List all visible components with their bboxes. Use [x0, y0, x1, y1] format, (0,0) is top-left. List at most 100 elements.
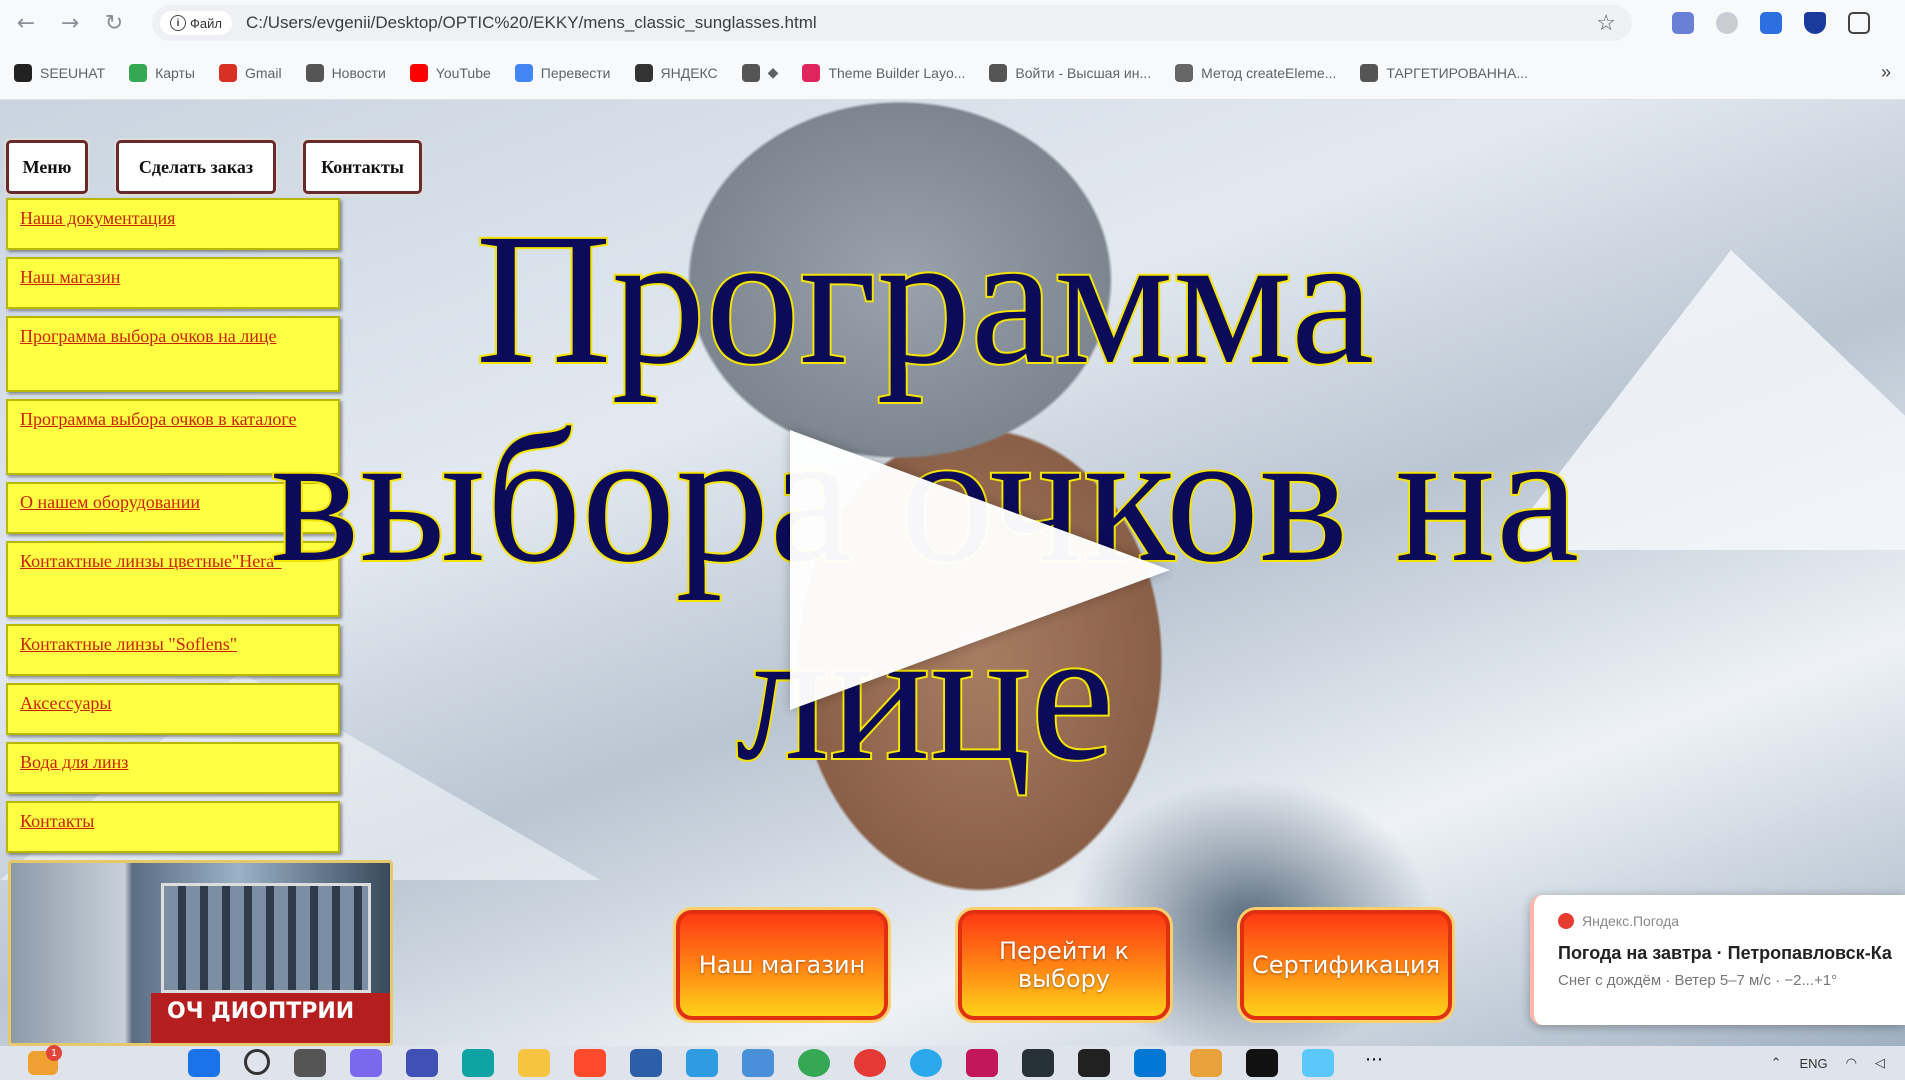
- menu-item-contacts[interactable]: Контакты: [6, 801, 340, 853]
- forward-icon[interactable]: →: [52, 5, 88, 41]
- widgets-icon[interactable]: 1: [28, 1045, 62, 1075]
- info-icon: i: [170, 15, 186, 31]
- wifi-icon[interactable]: ◠: [1846, 1055, 1857, 1071]
- taskbar-apps: ⋯: [188, 1049, 1390, 1077]
- site-info-chip[interactable]: i Файл: [160, 11, 232, 35]
- bookmark-item[interactable]: Gmail: [219, 63, 282, 82]
- bookmark-favicon-icon: [802, 63, 821, 82]
- notification-source-label: Яндекс.Погода: [1582, 913, 1680, 929]
- bookmark-label: Новости: [331, 64, 386, 81]
- bookmark-label: Перевести: [540, 64, 611, 81]
- bookmark-label: Карты: [155, 64, 195, 81]
- weather-notification[interactable]: Яндекс.Погода Погода на завтра · Петропа…: [1530, 895, 1905, 1025]
- terminal-icon[interactable]: [1246, 1049, 1278, 1077]
- extensions-area: [1672, 12, 1870, 34]
- system-tray: ⌃ ENG ◠ ◁: [1771, 1055, 1885, 1071]
- shop-photo: ОЧ ДИОПТРИИ: [8, 860, 393, 1046]
- play-icon[interactable]: [790, 430, 1170, 710]
- edge-icon[interactable]: [462, 1049, 494, 1077]
- folder-icon[interactable]: [518, 1049, 550, 1077]
- bookmark-label: ТАРГЕТИРОВАННА...: [1386, 64, 1529, 81]
- bookmark-item[interactable]: ◆: [741, 63, 779, 82]
- bookmark-item[interactable]: Карты: [129, 63, 195, 82]
- weather-app-icon: [1558, 913, 1574, 929]
- bookmarks-overflow-icon[interactable]: »: [1881, 62, 1891, 83]
- start-icon[interactable]: [188, 1049, 220, 1077]
- go-to-selection-button[interactable]: Перейти к выбору: [958, 910, 1170, 1020]
- telegram-icon[interactable]: [910, 1049, 942, 1077]
- bookmark-label: SEEUHAT: [40, 64, 106, 81]
- app-icon[interactable]: [1190, 1049, 1222, 1077]
- app-icon[interactable]: [686, 1049, 718, 1077]
- bookmark-label: Theme Builder Layo...: [828, 64, 966, 81]
- menu-button[interactable]: Меню: [6, 140, 88, 194]
- bookmark-label: Метод createEleme...: [1201, 64, 1337, 81]
- task-view-icon[interactable]: [294, 1049, 326, 1077]
- bookmark-favicon-icon: [409, 63, 428, 82]
- notification-body: Снег с дождём · Ветер 5–7 м/с · −2...+1°: [1558, 972, 1838, 989]
- bookmark-item[interactable]: YouTube: [409, 63, 491, 82]
- bookmark-favicon-icon: [129, 63, 148, 82]
- app-icon[interactable]: [966, 1049, 998, 1077]
- bookmark-item[interactable]: SEEUHAT: [14, 63, 106, 82]
- extensions-puzzle-icon[interactable]: [1848, 12, 1870, 34]
- bookmark-item[interactable]: ЯНДЕКС: [634, 63, 718, 82]
- bookmark-item[interactable]: Метод createEleme...: [1175, 63, 1337, 82]
- bookmark-favicon-icon: [305, 63, 324, 82]
- volume-icon[interactable]: ◁: [1875, 1055, 1885, 1071]
- back-icon[interactable]: ←: [8, 5, 44, 41]
- certification-button[interactable]: Сертификация: [1240, 910, 1452, 1020]
- address-bar[interactable]: i Файл C:/Users/evgenii/Desktop/OPTIC%20…: [152, 5, 1632, 41]
- app-icon[interactable]: [1022, 1049, 1054, 1077]
- file-chip-label: Файл: [190, 15, 222, 31]
- bookmark-star-icon[interactable]: ☆: [1596, 10, 1616, 36]
- url-text[interactable]: C:/Users/evgenii/Desktop/OPTIC%20/EKKY/m…: [246, 13, 817, 33]
- bookmark-favicon-icon: [1360, 63, 1379, 82]
- bookmark-item[interactable]: Theme Builder Layo...: [802, 63, 966, 82]
- bookmark-item[interactable]: Перевести: [514, 63, 611, 82]
- language-indicator[interactable]: ENG: [1799, 1056, 1827, 1071]
- app-icon[interactable]: [1078, 1049, 1110, 1077]
- our-shop-button[interactable]: Наш магазин: [676, 910, 888, 1020]
- yandex-icon[interactable]: [574, 1049, 606, 1077]
- contacts-button[interactable]: Контакты: [303, 140, 422, 194]
- bookmark-favicon-icon: [14, 63, 32, 82]
- app-icon[interactable]: [630, 1049, 662, 1077]
- bookmark-label: YouTube: [435, 64, 491, 81]
- app-icon[interactable]: [742, 1049, 774, 1077]
- notification-source: Яндекс.Погода: [1558, 913, 1905, 929]
- bookmark-item[interactable]: Новости: [305, 63, 386, 82]
- bookmark-label: Gmail: [245, 64, 282, 81]
- shield-icon[interactable]: [1804, 12, 1826, 34]
- make-order-button[interactable]: Сделать заказ: [116, 140, 276, 194]
- bookmark-label: ◆: [767, 64, 779, 80]
- bookmarks-bar: SEEUHAT Карты Gmail Новости YouTube Перевести…: [0, 46, 1905, 100]
- app-icon[interactable]: [1302, 1049, 1334, 1077]
- more-apps-icon[interactable]: ⋯: [1358, 1049, 1390, 1077]
- vscode-icon[interactable]: [1134, 1049, 1166, 1077]
- reload-icon[interactable]: ↻: [96, 5, 132, 41]
- browser-toolbar: ← → ↻ i Файл C:/Users/evgenii/Desktop/OP…: [0, 0, 1905, 46]
- notification-badge: 1: [46, 1045, 62, 1061]
- search-icon[interactable]: [244, 1049, 270, 1075]
- page-viewport: Меню Сделать заказ Контакты Наша докумен…: [0, 100, 1905, 1046]
- bookmark-item[interactable]: Войти - Высшая ин...: [989, 63, 1151, 82]
- shop-sign: ОЧ ДИОПТРИИ: [151, 993, 390, 1043]
- extension-icon[interactable]: [1672, 12, 1694, 34]
- bookmark-label: ЯНДЕКС: [660, 64, 718, 81]
- bookmark-favicon-icon: [634, 63, 653, 82]
- shop-window-display: [161, 883, 371, 993]
- bookmark-item[interactable]: ТАРГЕТИРОВАННА...: [1360, 63, 1529, 82]
- extension-icon[interactable]: [1760, 12, 1782, 34]
- extension-icon[interactable]: [1716, 12, 1738, 34]
- taskbar: 1 ⋯ ⌃ ENG ◠ ◁: [0, 1045, 1905, 1080]
- chevron-up-icon[interactable]: ⌃: [1771, 1055, 1782, 1071]
- notification-title: Погода на завтра · Петропавловск-Ка: [1558, 943, 1892, 963]
- bookmark-favicon-icon: [741, 63, 760, 82]
- chrome-icon[interactable]: [798, 1049, 830, 1077]
- app-icon[interactable]: [406, 1049, 438, 1077]
- yandex-browser-icon[interactable]: [854, 1049, 886, 1077]
- bookmark-favicon-icon: [989, 63, 1008, 82]
- bookmark-favicon-icon: [1175, 63, 1194, 82]
- chat-icon[interactable]: [350, 1049, 382, 1077]
